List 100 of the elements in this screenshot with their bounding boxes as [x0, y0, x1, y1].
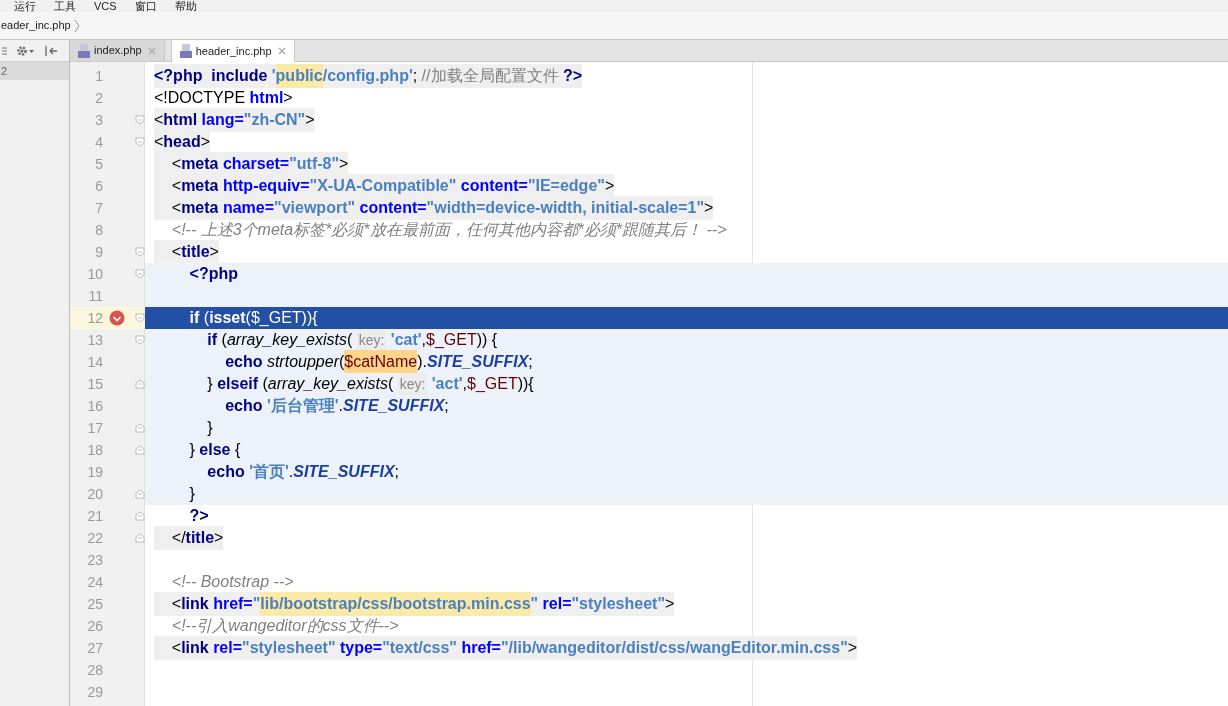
breadcrumb-item[interactable]: eader_inc.php [0, 17, 71, 34]
line-number: 21 [86, 506, 103, 526]
code-token: < [154, 174, 182, 198]
fold-marker-icon[interactable] [135, 313, 145, 323]
code-token: title [181, 240, 210, 264]
fold-marker-icon[interactable] [135, 269, 145, 279]
php-file-icon [179, 44, 192, 58]
menu-item[interactable]: 工具 [54, 0, 76, 12]
breakpoint-icon[interactable] [109, 310, 125, 326]
code-token: meta [181, 196, 219, 220]
code-token: lang= [197, 108, 244, 132]
fold-marker-icon[interactable] [135, 247, 145, 257]
code-token: $catName [344, 350, 418, 374]
code-token: "X-UA-Compatible" [309, 174, 457, 198]
code-token: ; [444, 396, 449, 416]
code-token: < [154, 152, 182, 176]
code-token: ; [412, 64, 422, 88]
code-token: < [154, 636, 182, 660]
code-token: content= [355, 196, 427, 220]
code-token: echo [224, 396, 264, 416]
code-token: ?> [562, 64, 583, 88]
code-token: > [283, 88, 293, 108]
code-token: <?php [154, 64, 203, 88]
pin-left-icon[interactable] [44, 44, 58, 57]
file-tab[interactable]: header_inc.php [170, 40, 295, 62]
line-number: 2 [94, 88, 103, 108]
project-tree-item[interactable]: 2 [0, 62, 69, 80]
code-comment: <!--引入wangeditor的css文件--> [170, 616, 399, 636]
code-token: ( [338, 352, 345, 372]
fold-marker-icon[interactable] [135, 115, 145, 125]
code-token: < [154, 592, 182, 616]
line-number: 11 [87, 286, 103, 306]
code-token: " [530, 592, 539, 616]
code-token: < [154, 130, 164, 154]
code-token: )){ [517, 374, 534, 394]
fold-marker-icon[interactable] [135, 445, 145, 455]
code-token: SITE_SUFFIX [293, 462, 395, 482]
parameter-hint: key: [397, 373, 428, 395]
line-number: 12 [86, 308, 103, 328]
code-token: > [704, 196, 714, 220]
code-token: > [209, 240, 219, 264]
code-token: "IE=edge" [527, 174, 605, 198]
line-number: 4 [94, 132, 103, 152]
line-number: 23 [86, 550, 103, 570]
code-token: include [202, 64, 272, 88]
close-icon[interactable] [277, 47, 286, 55]
code-token: public [275, 64, 323, 88]
code-token: </ [154, 526, 186, 550]
fold-marker-icon[interactable] [135, 423, 145, 433]
code-token: < [154, 240, 182, 264]
code-token: elseif [217, 374, 259, 394]
code-token: title [185, 526, 215, 550]
close-icon[interactable] [147, 46, 156, 55]
code-token: } [206, 418, 213, 438]
line-number: 1 [94, 66, 103, 86]
gear-icon[interactable] [16, 44, 36, 57]
code-token: /config.php' [322, 64, 413, 88]
line-number: 17 [86, 418, 103, 438]
code-token: , [462, 374, 467, 394]
fold-marker-icon[interactable] [135, 137, 145, 147]
code-token: " [252, 592, 261, 616]
code-token: > [664, 592, 675, 616]
code-comment: //加载全局配置文件 [421, 64, 563, 88]
line-number: 14 [86, 352, 103, 372]
fold-marker-icon[interactable] [135, 511, 145, 521]
code-token: ( [261, 374, 268, 394]
code-token: < [154, 196, 182, 220]
fold-marker-icon[interactable] [135, 489, 145, 499]
code-token: "width=device-width, initial-scale=1" [426, 196, 705, 220]
collapse-icon[interactable] [2, 45, 8, 56]
fold-marker-icon[interactable] [135, 533, 145, 543]
code-token: echo [224, 352, 264, 372]
line-number: 7 [94, 198, 103, 218]
code-token: 'act' [430, 374, 463, 394]
code-token: isset [209, 308, 246, 328]
file-tab[interactable]: index.php [70, 40, 165, 61]
menu-item[interactable]: 运行 [14, 0, 36, 12]
line-number: 28 [86, 660, 103, 680]
menu-item[interactable]: 帮助 [174, 0, 197, 12]
code-token: "/lib/wangeditor/dist/css/wangEditor.min.css" [500, 636, 848, 660]
code-token: ( [346, 330, 354, 350]
parameter-hint: key: [356, 329, 387, 351]
fold-marker-icon[interactable] [135, 379, 145, 389]
code-token: if [188, 308, 200, 328]
code-token: link [181, 636, 209, 660]
code-token: ( [202, 308, 210, 328]
code-token: } [188, 440, 196, 460]
menu-item[interactable]: VCS [94, 0, 117, 12]
code-token: . [288, 462, 294, 482]
menu-item[interactable]: 窗口 [134, 0, 157, 12]
code-token: > [339, 152, 349, 176]
code-token: echo [206, 462, 246, 482]
line-number: 19 [86, 462, 103, 482]
fold-marker-icon[interactable] [135, 335, 145, 345]
code-token: array_key_exists [226, 330, 347, 350]
chevron-icon [73, 18, 80, 33]
code-token: ?> [188, 506, 209, 526]
code-token: "zh-CN" [243, 108, 306, 132]
code-token: html [249, 88, 284, 108]
code-token: ($_GET)){ [245, 308, 318, 328]
